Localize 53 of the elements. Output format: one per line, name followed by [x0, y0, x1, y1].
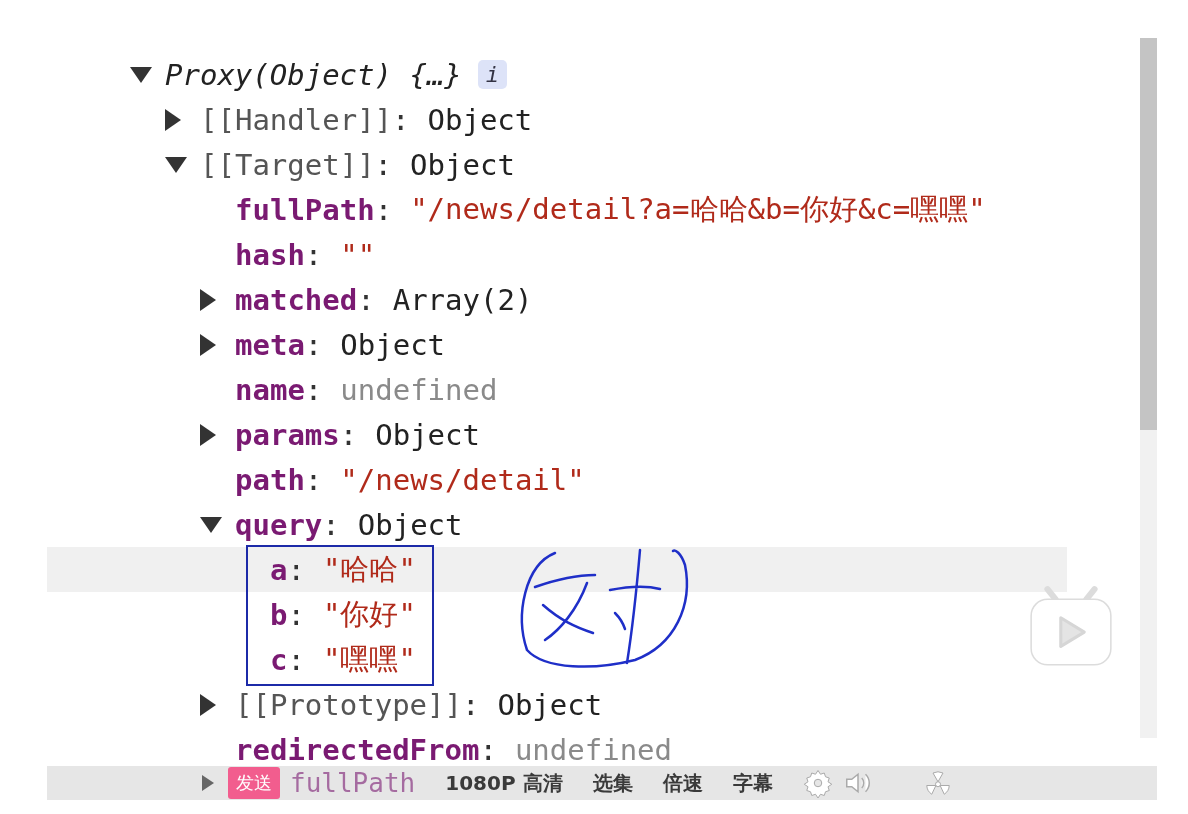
colon: : — [392, 102, 410, 137]
property-key: c — [270, 642, 288, 677]
colon: : — [304, 327, 323, 362]
colon: : — [374, 192, 393, 227]
player-control[interactable]: 倍速 — [662, 769, 703, 797]
property-value: Object — [375, 417, 480, 452]
property-value: undefined — [340, 372, 498, 407]
scrollbar-thumb[interactable] — [1140, 38, 1157, 430]
object-label: Proxy(Object) {…} — [165, 57, 462, 92]
colon: : — [322, 507, 340, 542]
property-key: b — [270, 597, 288, 632]
property-key: hash — [235, 237, 305, 272]
colon: : — [287, 597, 305, 632]
property-value: Object — [410, 147, 515, 182]
property-value: Object — [357, 507, 463, 542]
player-control[interactable]: 字幕 — [732, 769, 773, 797]
player-control[interactable]: 选集 — [592, 769, 633, 797]
property-value: "" — [340, 237, 376, 272]
property-value: "你好" — [322, 595, 416, 633]
property-value: Object — [340, 327, 446, 362]
colon: : — [304, 462, 323, 497]
property-value: "哈哈" — [322, 550, 416, 588]
property-value: undefined — [514, 732, 673, 767]
colon: : — [304, 237, 323, 272]
property-key: meta — [235, 327, 305, 362]
colon: : — [339, 417, 358, 452]
property-key: [[Handler]] — [200, 102, 393, 137]
property-key: params — [235, 417, 340, 452]
colon: : — [304, 372, 323, 407]
property-value: "嘿嘿" — [322, 640, 416, 678]
property-key: fullPath — [290, 768, 416, 798]
property-key: query — [235, 507, 323, 542]
info-badge[interactable]: i — [477, 60, 508, 89]
property-key: redirectedFrom — [235, 732, 480, 767]
property-value: Object — [497, 687, 603, 722]
property-key: name — [235, 372, 305, 407]
property-key: path — [235, 462, 305, 497]
colon: : — [357, 282, 375, 317]
property-value: "/news/detail?a=哈哈&b=你好&c=嘿嘿" — [410, 190, 986, 228]
property-value: Array(2) — [392, 282, 533, 317]
colon: : — [287, 642, 305, 677]
player-control[interactable]: 1080P 高清 — [445, 769, 563, 797]
property-key: matched — [235, 282, 358, 317]
property-key: [[Target]] — [200, 147, 375, 182]
colon: : — [374, 147, 393, 182]
property-key: fullPath — [235, 192, 375, 227]
colon: : — [479, 732, 497, 767]
property-value: Object — [427, 102, 533, 137]
colon: : — [462, 687, 480, 722]
property-key: a — [270, 552, 288, 587]
property-key: [[Prototype]] — [235, 687, 462, 722]
property-value: "/news/detail" — [340, 462, 585, 497]
colon: : — [287, 552, 305, 587]
